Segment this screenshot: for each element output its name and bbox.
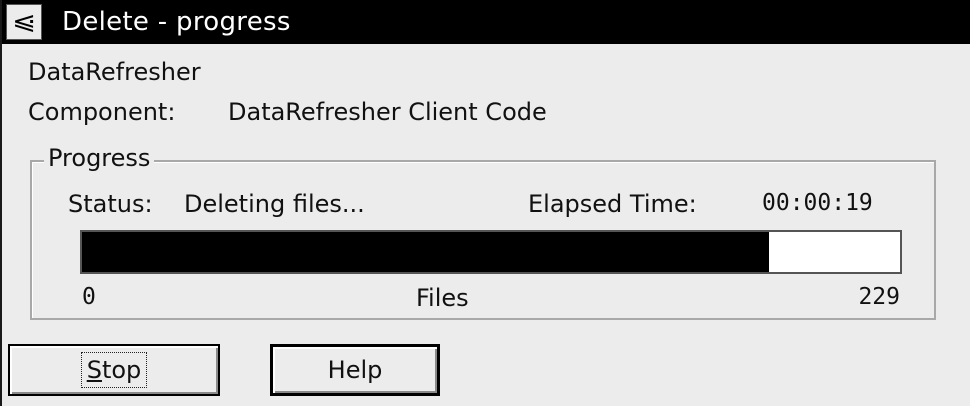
progress-dialog: ⩿ Delete - progress DataRefresher Compon… bbox=[0, 0, 970, 406]
progress-bar bbox=[80, 230, 902, 274]
stop-mnemonic: S bbox=[86, 356, 102, 384]
progress-scale-label: Files bbox=[416, 284, 469, 312]
minimize-arrow-icon: ⩿ bbox=[11, 7, 37, 35]
product-name: DataRefresher bbox=[28, 58, 201, 86]
status-label: Status: bbox=[68, 190, 153, 218]
stop-button[interactable]: Stop bbox=[8, 344, 220, 396]
status-value: Deleting files... bbox=[184, 190, 365, 218]
window-title: Delete - progress bbox=[62, 7, 291, 37]
progress-scale-min: 0 bbox=[82, 284, 96, 310]
help-button[interactable]: Help bbox=[270, 344, 440, 396]
title-bar[interactable]: ⩿ Delete - progress bbox=[2, 0, 970, 44]
component-label: Component: bbox=[28, 98, 176, 126]
stop-label-rest: top bbox=[101, 356, 142, 384]
stop-button-label: Stop bbox=[80, 352, 148, 388]
progress-group-title: Progress bbox=[44, 144, 155, 172]
system-menu-button[interactable]: ⩿ bbox=[6, 4, 42, 40]
progress-bar-fill bbox=[82, 232, 770, 272]
help-button-label: Help bbox=[327, 356, 383, 384]
elapsed-time-value: 00:00:19 bbox=[762, 190, 873, 216]
component-value: DataRefresher Client Code bbox=[228, 98, 547, 126]
progress-scale-max: 229 bbox=[858, 284, 900, 310]
elapsed-time-label: Elapsed Time: bbox=[528, 190, 697, 218]
